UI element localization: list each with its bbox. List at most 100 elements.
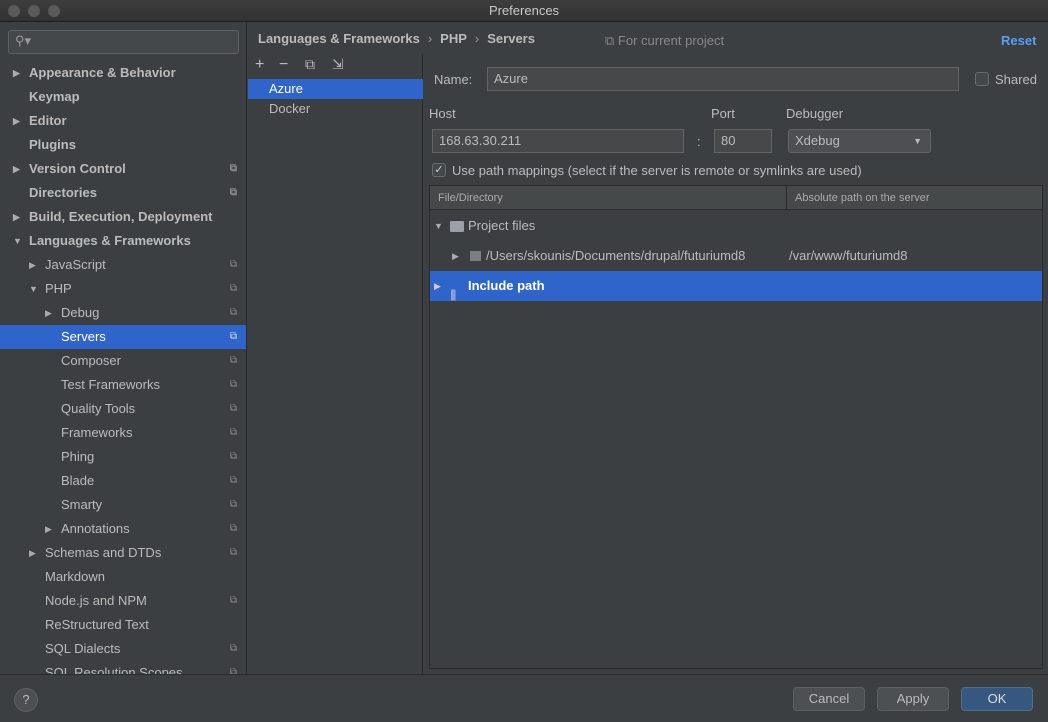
debugger-label: Debugger [786,106,844,121]
sidebar-item-phing[interactable]: Phing ⧉ [0,445,246,469]
sidebar-item-label: Version Control [29,161,126,176]
sidebar-item-label: Annotations [61,521,130,536]
breadcrumb-item[interactable]: PHP [440,31,467,46]
sidebar-item-label: PHP [45,281,72,296]
reset-link[interactable]: Reset [1001,33,1036,48]
expand-right-icon[interactable]: ▶ [13,61,20,85]
project-scope-icon: ⧉ [229,595,237,606]
help-button[interactable]: ? [14,688,38,712]
title-bar: Preferences [0,0,1048,22]
remove-icon[interactable]: − [279,56,288,74]
project-scope-icon: ⧉ [229,163,237,174]
sidebar-item-composer[interactable]: Composer ⧉ [0,349,246,373]
project-scope-icon: ⧉ [229,283,237,294]
sidebar-item-appearance-behavior[interactable]: ▶ Appearance & Behavior [0,61,246,85]
use-path-mappings-label: Use path mappings (select if the server … [452,163,862,178]
column-header-file[interactable]: File/Directory [430,186,787,210]
sidebar-item-keymap[interactable]: Keymap [0,85,246,109]
host-input[interactable]: 168.63.30.211 [432,129,684,153]
sidebar-item-schemas-and-dtds[interactable]: ▶ Schemas and DTDs ⧉ [0,541,246,565]
chevron-down-icon: ▼ [913,136,922,146]
sidebar-item-node-js-and-npm[interactable]: Node.js and NPM ⧉ [0,589,246,613]
project-scope-icon: ⧉ [229,331,237,342]
sidebar-item-blade[interactable]: Blade ⧉ [0,469,246,493]
expand-down-icon[interactable]: ▼ [434,211,443,241]
chevron-right-icon: › [427,31,433,46]
use-path-mappings-checkbox[interactable]: ✓ [432,163,446,177]
sidebar-item-markdown[interactable]: Markdown [0,565,246,589]
sidebar-item-label: Appearance & Behavior [29,65,176,80]
project-scope-icon: ⧉ [229,187,237,198]
server-list-panel: + − ⧉ ⇲ Azure Docker [248,54,423,674]
server-path[interactable]: /var/www/futuriumd8 [789,241,907,271]
expand-down-icon[interactable]: ▼ [13,229,22,253]
sidebar-item-sql-resolution-scopes[interactable]: SQL Resolution Scopes ⧉ [0,661,246,674]
shared-checkbox[interactable] [975,72,989,86]
sidebar-item-smarty[interactable]: Smarty ⧉ [0,493,246,517]
project-scope-icon: ⧉ [605,33,618,48]
sidebar-item-test-frameworks[interactable]: Test Frameworks ⧉ [0,373,246,397]
sidebar-item-label: SQL Dialects [45,641,121,656]
cancel-button[interactable]: Cancel [793,687,865,711]
add-icon[interactable]: + [255,56,264,74]
sidebar-item-restructured-text[interactable]: ReStructured Text [0,613,246,637]
close-window-button[interactable] [8,5,20,17]
sidebar-item-label: Test Frameworks [61,377,160,392]
sidebar-item-label: Debug [61,305,100,320]
expand-right-icon[interactable]: ▶ [13,205,20,229]
settings-search-input[interactable]: ⚲▾ [8,30,239,54]
debugger-select[interactable]: Xdebug ▼ [788,129,931,153]
sidebar-item-quality-tools[interactable]: Quality Tools ⧉ [0,397,246,421]
expand-right-icon[interactable]: ▶ [45,301,52,325]
expand-right-icon[interactable]: ▶ [452,241,459,271]
sidebar-item-build-execution-deployment[interactable]: ▶ Build, Execution, Deployment [0,205,246,229]
apply-button[interactable]: Apply [877,687,949,711]
copy-icon[interactable]: ⧉ [305,56,315,73]
sidebar-item-javascript[interactable]: ▶ JavaScript ⧉ [0,253,246,277]
debugger-value: Xdebug [795,133,840,148]
sidebar-item-label: ReStructured Text [45,617,149,632]
expand-right-icon[interactable]: ▶ [434,271,441,301]
sidebar-item-label: Node.js and NPM [45,593,147,608]
port-input[interactable]: 80 [714,129,772,153]
server-item-docker[interactable]: Docker [248,99,423,119]
ok-button[interactable]: OK [961,687,1033,711]
sidebar-item-plugins[interactable]: Plugins [0,133,246,157]
breadcrumb-item[interactable]: Languages & Frameworks [258,31,420,46]
minimize-window-button[interactable] [28,5,40,17]
expand-right-icon[interactable]: ▶ [13,109,20,133]
sidebar-item-servers[interactable]: Servers ⧉ [0,325,246,349]
breadcrumb: Languages & Frameworks › PHP › Servers [258,31,535,46]
expand-down-icon[interactable]: ▼ [29,277,38,301]
sidebar-item-label: Directories [29,185,97,200]
table-row[interactable]: ▶ |||| Include path [430,271,1042,301]
sidebar-item-version-control[interactable]: ▶ Version Control ⧉ [0,157,246,181]
table-row[interactable]: ▼ Project files [430,211,1042,241]
sidebar-item-label: Schemas and DTDs [45,545,162,560]
sidebar-item-sql-dialects[interactable]: SQL Dialects ⧉ [0,637,246,661]
expand-right-icon[interactable]: ▶ [13,157,20,181]
folder-icon [470,251,481,261]
sidebar-item-label: Languages & Frameworks [29,233,191,248]
server-item-azure[interactable]: Azure [248,79,423,99]
expand-right-icon[interactable]: ▶ [29,541,36,565]
sidebar-item-label: Frameworks [61,425,133,440]
project-scope-icon: ⧉ [229,259,237,270]
expand-right-icon[interactable]: ▶ [45,517,52,541]
sidebar-item-directories[interactable]: Directories ⧉ [0,181,246,205]
sidebar-item-label: JavaScript [45,257,106,272]
sidebar-item-annotations[interactable]: ▶ Annotations ⧉ [0,517,246,541]
sidebar-item-languages-frameworks[interactable]: ▼ Languages & Frameworks [0,229,246,253]
table-row[interactable]: ▶ /Users/skounis/Documents/drupal/futuri… [430,241,1042,271]
sidebar-item-editor[interactable]: ▶ Editor [0,109,246,133]
sidebar-item-debug[interactable]: ▶ Debug ⧉ [0,301,246,325]
folder-icon [450,221,464,232]
name-input[interactable]: Azure [487,67,959,91]
project-scope-icon: ⧉ [229,355,237,366]
sidebar-item-php[interactable]: ▼ PHP ⧉ [0,277,246,301]
sidebar-item-frameworks[interactable]: Frameworks ⧉ [0,421,246,445]
maximize-window-button[interactable] [48,5,60,17]
column-header-server-path[interactable]: Absolute path on the server [787,186,1042,210]
expand-right-icon[interactable]: ▶ [29,253,36,277]
import-icon[interactable]: ⇲ [332,56,344,73]
